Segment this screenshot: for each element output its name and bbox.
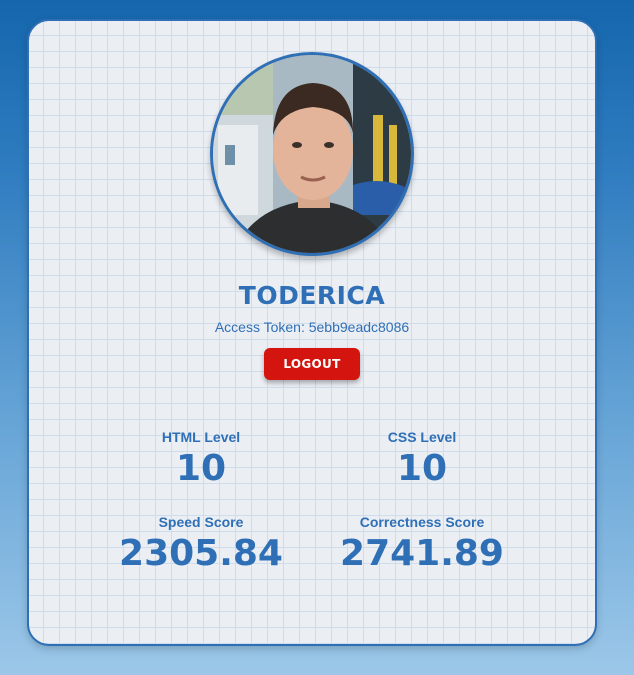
user-name: TODERICA (238, 281, 386, 310)
access-token: Access Token: 5ebb9eadc8086 (214, 319, 410, 335)
correctness-score-stat: Correctness Score 2741.89 (312, 514, 532, 572)
logout-button[interactable]: LOGOUT (264, 348, 360, 380)
correctness-score-label: Correctness Score (359, 514, 485, 530)
speed-score-value: 2305.84 (119, 533, 283, 574)
html-level-value: 10 (175, 448, 227, 489)
avatar (210, 52, 414, 256)
css-level-value: 10 (396, 448, 448, 489)
correctness-score-value: 2741.89 (340, 533, 504, 574)
css-level-stat: CSS Level 10 (312, 429, 532, 487)
html-level-stat: HTML Level 10 (91, 429, 311, 487)
speed-score-label: Speed Score (158, 514, 244, 530)
css-level-label: CSS Level (387, 429, 457, 445)
speed-score-stat: Speed Score 2305.84 (91, 514, 311, 572)
profile-card: TODERICA Access Token: 5ebb9eadc8086 LOG… (27, 19, 597, 646)
html-level-label: HTML Level (161, 429, 241, 445)
avatar-photo (213, 55, 411, 253)
